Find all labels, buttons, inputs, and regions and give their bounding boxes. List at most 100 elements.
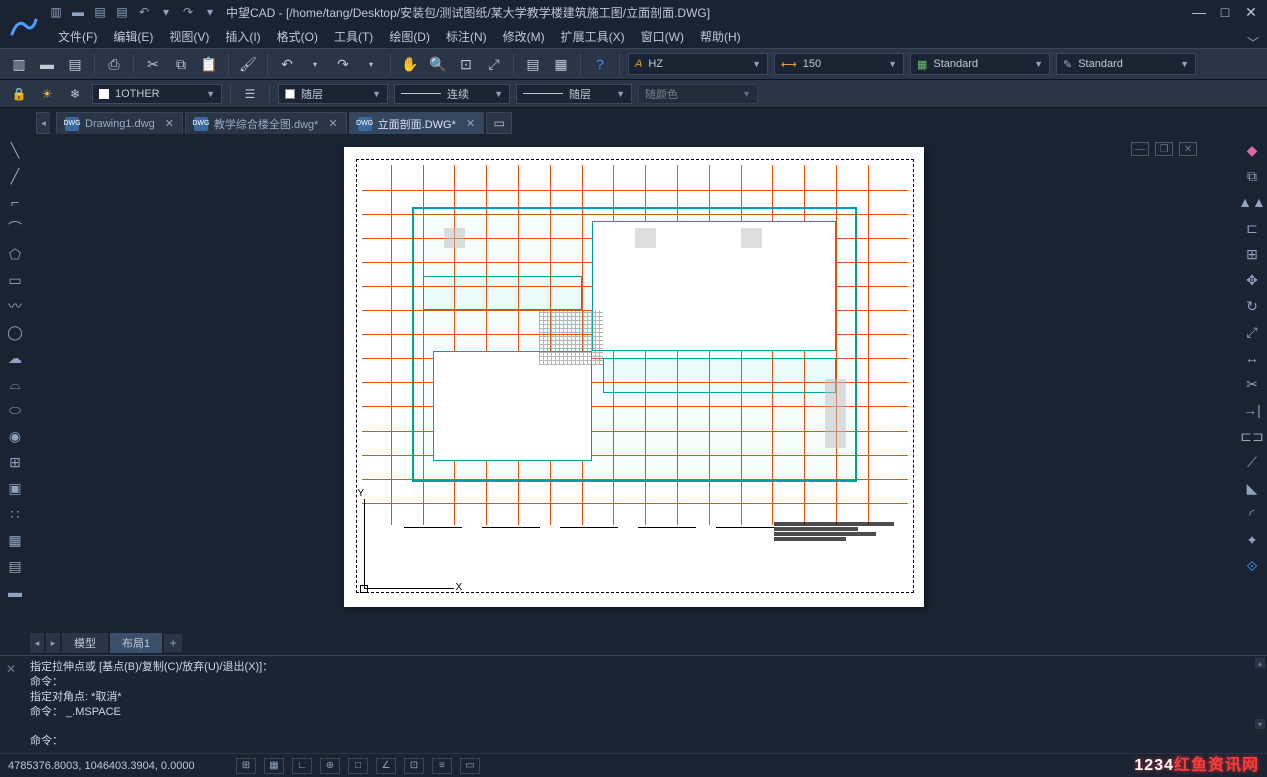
lwt-toggle-icon[interactable]: ≡ [432,758,452,774]
add-layout-button[interactable]: + [164,634,182,652]
chevron-down-icon[interactable]: ▾ [202,4,218,20]
point-tool-icon[interactable]: ∷ [5,504,25,524]
scale-tool-icon[interactable]: ⤢ [1242,322,1262,342]
text-style-combo[interactable]: A HZ ▼ [628,53,768,75]
cmd-scrollbar[interactable]: ▴ ▾ [1255,658,1265,751]
layer-manager-icon[interactable]: ☰ [239,83,261,105]
vp-restore-icon[interactable]: ❐ [1155,142,1173,156]
close-tab-icon[interactable]: ✕ [165,117,174,130]
document-tab[interactable]: DWG 立面剖面.DWG* ✕ [349,112,484,134]
cut-icon[interactable]: ✂ [142,53,164,75]
undo-icon[interactable]: ↶ [276,53,298,75]
new-file-icon[interactable]: ▥ [48,4,64,20]
array-tool-icon[interactable]: ⊞ [1242,244,1262,264]
vp-close-icon[interactable]: ✕ [1179,142,1197,156]
menu-modify[interactable]: 修改(M) [497,26,551,47]
insert-tool-icon[interactable]: ▣ [5,478,25,498]
save-ribbon-icon[interactable]: ▤ [64,53,86,75]
polar-toggle-icon[interactable]: ⊕ [320,758,340,774]
stretch-tool-icon[interactable]: ↔ [1242,348,1262,368]
coordinates-readout[interactable]: 4785376.8003, 1046403.3904, 0.0000 [8,760,228,772]
open-icon[interactable]: ▬ [36,53,58,75]
paste-icon[interactable]: 📋 [198,53,220,75]
chamfer-tool-icon[interactable]: ◣ [1242,478,1262,498]
document-tab[interactable]: DWG Drawing1.dwg ✕ [56,112,183,134]
donut-tool-icon[interactable]: ◉ [5,426,25,446]
new-icon[interactable]: ▥ [8,53,30,75]
document-tab[interactable]: DWG 教学综合楼全图.dwg* ✕ [185,112,347,134]
command-input[interactable]: 命令： [30,731,1253,749]
snap-toggle-icon[interactable]: ⊞ [236,758,256,774]
help-icon[interactable]: ? [589,53,611,75]
scroll-up-icon[interactable]: ▴ [1255,658,1265,668]
style-combo[interactable]: ✎ Standard ▼ [1056,53,1196,75]
close-tab-icon[interactable]: ✕ [466,117,475,130]
osnap-toggle-icon[interactable]: □ [348,758,368,774]
model-tab[interactable]: 模型 [62,633,108,653]
copy-tool-icon[interactable]: ⧉ [1242,166,1262,186]
zoom-extents-icon[interactable]: ⤢ [483,53,505,75]
chevron-down-icon[interactable]: ▾ [304,53,326,75]
extend-tool-icon[interactable]: →| [1242,400,1262,420]
copy-icon[interactable]: ⧉ [170,53,192,75]
table-style-combo[interactable]: ▦ Standard ▼ [910,53,1050,75]
hatch-tool-icon[interactable]: ▦ [5,530,25,550]
ribbon-collapse-icon[interactable]: ﹀ [1247,34,1259,51]
move-tool-icon[interactable]: ✥ [1242,270,1262,290]
design-center-icon[interactable]: ▦ [550,53,572,75]
zoom-icon[interactable]: 🔍 [427,53,449,75]
mirror-tool-icon[interactable]: ▲▲ [1242,192,1262,212]
drawing-canvas[interactable]: — ❐ ✕ [30,134,1237,629]
menu-file[interactable]: 文件(F) [52,26,103,47]
menu-insert[interactable]: 插入(I) [219,26,266,47]
menu-format[interactable]: 格式(O) [271,26,324,47]
layout1-tab[interactable]: 布局1 [110,633,162,653]
layout-nav-left[interactable]: ◂ [30,633,44,653]
command-history[interactable]: 指定拉伸点或 [基点(B)/复制(C)/放弃(U)/退出(X)]： 命令： 指定… [30,660,1253,729]
chevron-down-icon[interactable]: ▾ [360,53,382,75]
explode-tool-icon[interactable]: ✦ [1242,530,1262,550]
erase-tool-icon[interactable]: ◆ [1242,140,1262,160]
dyn-toggle-icon[interactable]: ⊡ [404,758,424,774]
block-tool-icon[interactable]: ⊞ [5,452,25,472]
menu-dim[interactable]: 标注(N) [440,26,493,47]
menu-tools[interactable]: 工具(T) [328,26,379,47]
vp-minimize-icon[interactable]: — [1131,142,1149,156]
saveas-icon[interactable]: ▤ [114,4,130,20]
linetype-combo[interactable]: 连续 ▼ [394,84,510,104]
app-logo[interactable] [6,10,42,46]
command-tool-icon[interactable]: ⟐ [1242,556,1262,576]
ortho-toggle-icon[interactable]: ∟ [292,758,312,774]
chevron-down-icon[interactable]: ▾ [158,4,174,20]
layer-lock-icon[interactable]: 🔒 [8,83,30,105]
revcloud-tool-icon[interactable]: ☁ [5,348,25,368]
color-combo[interactable]: 随层 ▼ [278,84,388,104]
properties-icon[interactable]: ▤ [522,53,544,75]
xline-tool-icon[interactable]: ╱ [5,166,25,186]
spline-tool-icon[interactable]: 〰 [5,296,25,316]
polygon-tool-icon[interactable]: ⬠ [5,244,25,264]
region-tool-icon[interactable]: ▬ [5,582,25,602]
menu-ext[interactable]: 扩展工具(X) [555,26,631,47]
print-icon[interactable]: ⎙ [103,53,125,75]
new-tab-button[interactable]: ▭ [486,112,512,134]
lightbulb-icon[interactable]: ☀ [36,83,58,105]
line-tool-icon[interactable]: ╲ [5,140,25,160]
menu-edit[interactable]: 编辑(E) [107,26,159,47]
close-button[interactable]: ✕ [1239,2,1263,22]
arc-tool-icon[interactable]: ⌒ [5,218,25,238]
tab-nav-left[interactable]: ◂ [36,112,50,134]
circle-tool-icon[interactable]: ◯ [5,322,25,342]
dim-style-combo[interactable]: ⟷ 150 ▼ [774,53,904,75]
trim-tool-icon[interactable]: ✂ [1242,374,1262,394]
menu-window[interactable]: 窗口(W) [635,26,690,47]
zoom-window-icon[interactable]: ⊡ [455,53,477,75]
join-tool-icon[interactable]: ⟋ [1242,452,1262,472]
save-icon[interactable]: ▤ [92,4,108,20]
grid-toggle-icon[interactable]: ▦ [264,758,284,774]
menu-view[interactable]: 视图(V) [163,26,215,47]
plotstyle-combo[interactable]: 随颜色 ▼ [638,84,758,104]
layer-combo[interactable]: 1OTHER ▼ [92,84,222,104]
rotate-tool-icon[interactable]: ↻ [1242,296,1262,316]
gradient-tool-icon[interactable]: ▤ [5,556,25,576]
